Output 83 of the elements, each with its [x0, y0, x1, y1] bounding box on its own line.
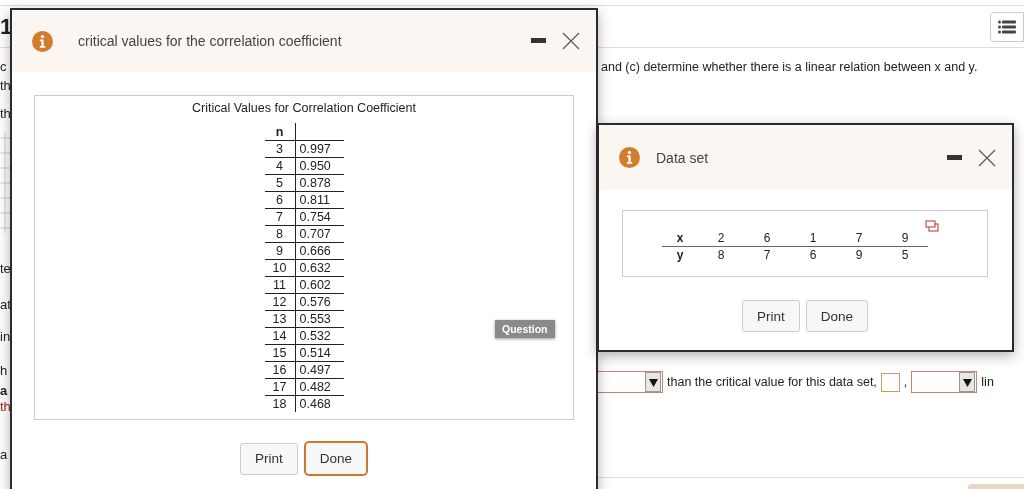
table-cell: 0.553 [295, 310, 344, 328]
close-button[interactable] [978, 148, 996, 167]
question-text: and (c) determine whether there is a linear relation between x and y. [601, 60, 979, 74]
table-cell: 14 [264, 327, 295, 345]
table-cell: 7 [744, 246, 790, 263]
table-cell: 15 [264, 344, 295, 362]
answer-text: lin [981, 375, 994, 389]
minimize-icon [531, 38, 546, 44]
table-cell: 9 [882, 230, 928, 247]
text-fragment: te [0, 261, 10, 276]
table-cell: 11 [264, 276, 295, 294]
table-cell: 12 [264, 293, 295, 311]
print-button[interactable]: Print [239, 442, 298, 475]
column-header: n [264, 123, 295, 141]
table-cell: 17 [264, 378, 295, 396]
table-cell: 10 [264, 259, 295, 277]
text-fragment: h [0, 363, 9, 378]
info-icon [32, 30, 53, 52]
table-cell: 0.707 [295, 225, 344, 243]
table-cell: 0.532 [295, 327, 344, 345]
table-cell: 8 [264, 225, 295, 243]
answer-dropdown[interactable] [597, 371, 663, 393]
info-icon [619, 147, 640, 168]
close-button[interactable] [562, 32, 580, 50]
table-cell: 7 [264, 208, 295, 226]
table-cell: 6 [264, 191, 295, 209]
text-fragment: th [0, 399, 10, 414]
table-cell: 0.878 [295, 174, 344, 192]
table-cell: 6 [744, 230, 790, 247]
close-icon [562, 32, 580, 50]
text-fragment: a [0, 447, 9, 462]
table-cell: 18 [264, 395, 295, 412]
table-cell: 0.468 [295, 395, 344, 412]
text-fragment: at [0, 297, 10, 312]
answer-text: than the critical value for this data set, [667, 375, 877, 389]
table-cell: 0.997 [295, 140, 344, 158]
list-menu-button[interactable] [990, 11, 1024, 42]
table-cell: 9 [836, 246, 882, 263]
table-cell: 0.576 [295, 293, 344, 311]
table-cell: 0.632 [295, 259, 344, 277]
table-cell: 13 [264, 310, 295, 328]
table-cell: 0.602 [295, 276, 344, 294]
minimize-button[interactable] [947, 154, 962, 161]
close-icon [978, 148, 996, 167]
table-cell: 0.811 [295, 191, 344, 209]
table-cell: 8 [698, 246, 744, 263]
table-cell: 4 [264, 157, 295, 175]
caret-icon [962, 377, 972, 387]
table-cell: 6 [790, 246, 836, 263]
table-cell: 5 [882, 246, 928, 263]
row-label: x [662, 230, 698, 247]
table-cell: 0.950 [295, 157, 344, 175]
minimize-button[interactable] [531, 38, 546, 44]
dialog-title: critical values for the correlation coefficient [78, 33, 343, 49]
table-cell: 2 [698, 230, 744, 247]
table-cell: 0.666 [295, 242, 344, 260]
text-fragment: in [0, 329, 10, 344]
table-cell: 7 [836, 230, 882, 247]
table-cell: 0.514 [295, 344, 344, 362]
text-fragment: th [0, 106, 10, 121]
answer-text: , [903, 375, 908, 389]
done-button[interactable]: Done [303, 441, 368, 476]
done-button[interactable]: Done [805, 300, 868, 332]
text-fragment: a [0, 383, 9, 398]
table-cell: 0.482 [295, 378, 344, 396]
minimize-icon [947, 154, 962, 161]
dialog-title: Data set [656, 149, 710, 166]
table-cell: 9 [264, 242, 295, 260]
table-cell: 1 [790, 230, 836, 247]
table-cell: 0.754 [295, 208, 344, 226]
table-cell: 5 [264, 174, 295, 192]
answer-dropdown[interactable] [911, 371, 978, 393]
text-fragment: c [0, 59, 8, 74]
table-cell: 16 [264, 361, 295, 379]
copy-icon[interactable] [925, 220, 939, 232]
table-cell: 0.497 [295, 361, 344, 379]
table-cell: 3 [264, 140, 295, 158]
row-label: y [662, 246, 698, 263]
list-icon [998, 19, 1016, 34]
caret-icon [648, 377, 658, 387]
print-button[interactable]: Print [741, 300, 800, 332]
text-fragment: th [0, 78, 10, 93]
table-title: Critical Values for Correlation Coefficient [192, 101, 416, 115]
